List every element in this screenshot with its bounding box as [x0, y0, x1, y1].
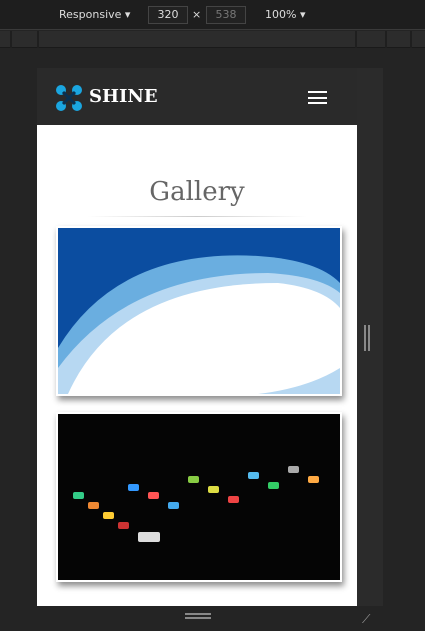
- navbar: SHINE: [37, 68, 357, 125]
- zoom-select[interactable]: 100% ▾: [265, 8, 305, 21]
- hamburger-menu-icon[interactable]: [308, 91, 327, 104]
- resize-corner-icon[interactable]: ⟋: [362, 612, 370, 627]
- height-input[interactable]: 538: [206, 6, 246, 24]
- logo-icon: [56, 85, 82, 111]
- device-viewport: SHINE Gallery: [37, 68, 357, 606]
- gallery-item[interactable]: [56, 226, 342, 396]
- gallery-image-smartphone: [58, 414, 340, 580]
- device-select[interactable]: Responsive ▾: [59, 8, 130, 21]
- width-input[interactable]: 320: [148, 6, 188, 24]
- device-toolbar: Responsive ▾ 320 × 538 100% ▾: [0, 0, 425, 30]
- resize-handle-right[interactable]: [364, 325, 370, 351]
- gallery-item[interactable]: [56, 412, 342, 582]
- times-icon: ×: [192, 8, 202, 21]
- page-title: Gallery: [149, 177, 245, 207]
- viewport-padding: [357, 68, 383, 606]
- gallery-image-blue-wave: [58, 228, 340, 394]
- title-divider: [87, 216, 307, 217]
- brand-name[interactable]: SHINE: [89, 86, 158, 107]
- media-query-ruler: [0, 31, 425, 48]
- resize-handle-bottom[interactable]: [185, 613, 211, 619]
